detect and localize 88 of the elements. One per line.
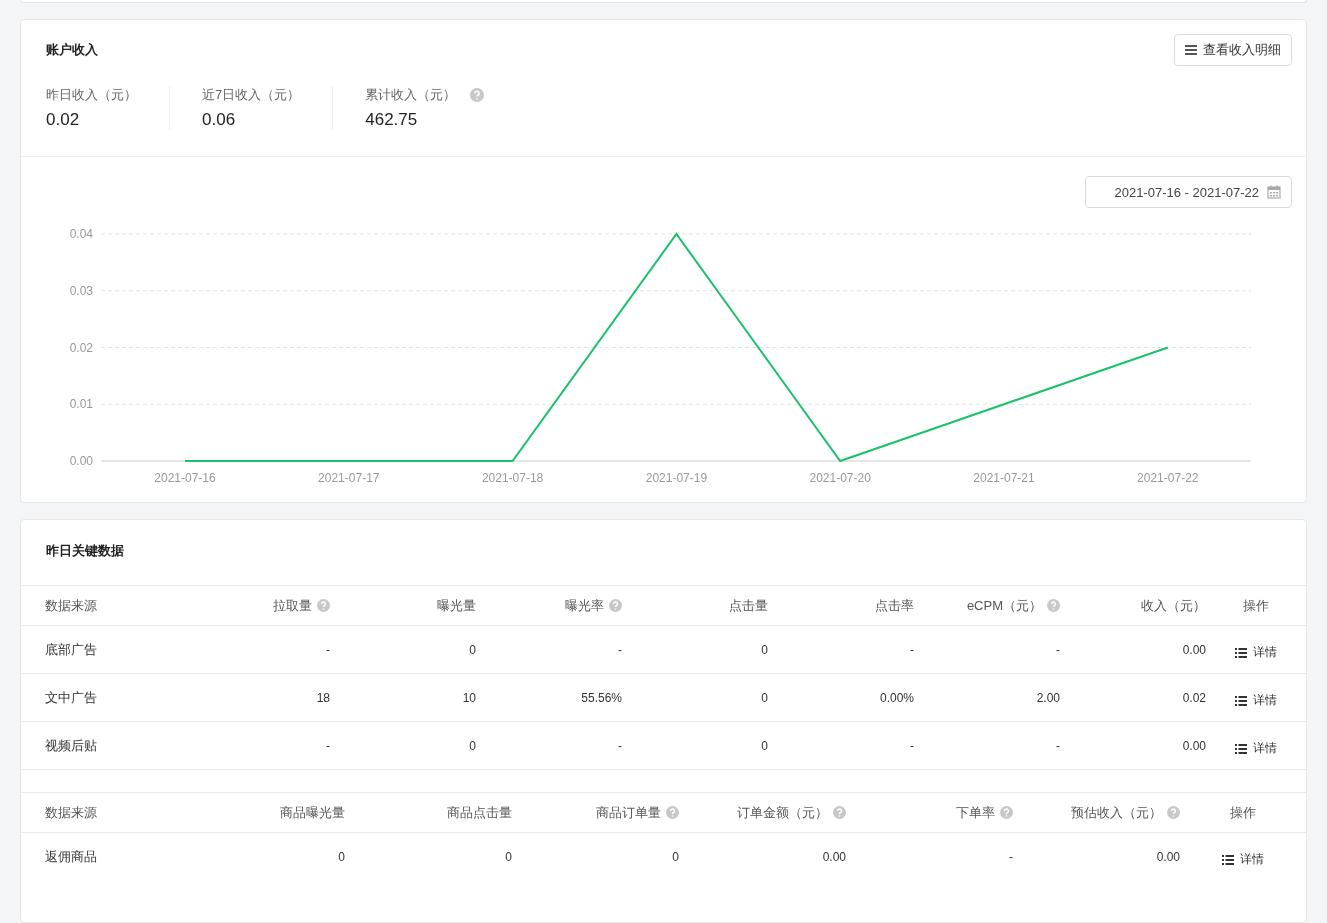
table-cell: - xyxy=(910,642,914,657)
column-header: 点击量 xyxy=(729,596,768,615)
table-cell: 0.00 xyxy=(822,849,846,864)
help-icon[interactable] xyxy=(1167,806,1180,819)
help-icon[interactable] xyxy=(833,806,846,819)
table-cell: 0 xyxy=(505,849,512,864)
help-icon[interactable] xyxy=(1000,806,1013,819)
help-icon[interactable] xyxy=(470,88,485,102)
x-tick-label: 2021-07-18 xyxy=(481,471,544,485)
column-header: 数据来源 xyxy=(45,596,97,615)
column-header: 拉取量 xyxy=(273,596,312,615)
table-cell: 0.00 xyxy=(1182,642,1206,657)
stat-label: 近7日收入（元） xyxy=(202,86,301,104)
column-header: 收入（元） xyxy=(1141,596,1206,615)
table-cell: - xyxy=(326,642,330,657)
column-header: 操作 xyxy=(1243,596,1269,615)
table-cell: 0 xyxy=(338,849,345,864)
date-range-field[interactable]: 2021-07-16 - 2021-07-22 xyxy=(1085,176,1292,208)
x-tick-label: 2021-07-17 xyxy=(318,471,380,485)
menu-icon xyxy=(1185,45,1197,55)
details-link[interactable]: 详情 xyxy=(1222,845,1264,868)
x-tick-label: 2021-07-19 xyxy=(645,471,708,485)
table-cell: 0 xyxy=(672,849,679,864)
section-title: 昨日关键数据 xyxy=(46,543,124,558)
help-icon[interactable] xyxy=(609,599,622,612)
details-link[interactable]: 详情 xyxy=(1235,734,1277,757)
table-cell: 0.00 xyxy=(1156,849,1180,864)
table-cell: - xyxy=(618,738,622,753)
x-tick-label: 2021-07-16 xyxy=(154,471,216,485)
help-icon[interactable] xyxy=(666,806,679,819)
table-cell: - xyxy=(1009,849,1013,864)
table-cell: 0 xyxy=(761,642,768,657)
column-header: 预估收入（元） xyxy=(1071,803,1162,822)
table-cell: 0 xyxy=(761,690,768,705)
table-cell: 18 xyxy=(316,690,330,705)
table-cell: 0 xyxy=(469,642,476,657)
y-tick-label: 0.00 xyxy=(69,454,93,468)
table-cell: 10 xyxy=(462,690,476,705)
table-cell: - xyxy=(1056,642,1060,657)
table-cell: - xyxy=(326,738,330,753)
x-tick-label: 2021-07-22 xyxy=(1137,471,1199,485)
column-header: 点击率 xyxy=(875,596,914,615)
column-header: 订单金额（元） xyxy=(737,803,828,822)
table-cell: 文中广告 xyxy=(45,688,97,707)
table-cell: 视频后贴 xyxy=(45,736,97,755)
x-tick-label: 2021-07-21 xyxy=(973,471,1035,485)
table-cell: - xyxy=(618,642,622,657)
column-header: 数据来源 xyxy=(45,803,97,822)
table-cell: - xyxy=(910,738,914,753)
x-tick-label: 2021-07-20 xyxy=(809,471,871,485)
list-icon xyxy=(1235,647,1247,658)
y-tick-label: 0.01 xyxy=(69,397,93,412)
column-header: eCPM（元） xyxy=(966,596,1042,615)
y-tick-label: 0.04 xyxy=(69,227,93,241)
column-header: 商品曝光量 xyxy=(280,803,345,822)
stat-value: 462.75 xyxy=(365,110,419,130)
help-icon[interactable] xyxy=(1047,599,1060,612)
table-cell: 底部广告 xyxy=(45,640,97,659)
table-cell: 55.56% xyxy=(581,690,622,705)
section-title: 账户收入 xyxy=(46,41,98,59)
y-tick-label: 0.02 xyxy=(69,340,93,355)
details-link[interactable]: 详情 xyxy=(1235,686,1277,709)
list-icon xyxy=(1222,854,1234,865)
table-cell: 返佣商品 xyxy=(45,847,97,866)
table-cell: 0.00 xyxy=(1182,738,1206,753)
stat-label: 累计收入（元） xyxy=(365,86,457,104)
view-details-button[interactable]: 查看收入明细 xyxy=(1174,34,1292,66)
list-icon xyxy=(1235,743,1247,754)
stat-value: 0.06 xyxy=(202,110,237,130)
table-cell: 2.00 xyxy=(1036,690,1060,705)
stat-value: 0.02 xyxy=(46,110,81,130)
calendar-icon xyxy=(1267,185,1281,199)
table-cell: 0.00% xyxy=(879,690,914,705)
table-cell: 0.02 xyxy=(1182,690,1206,705)
column-header: 商品点击量 xyxy=(447,803,512,822)
stat-label: 昨日收入（元） xyxy=(46,86,137,104)
help-icon[interactable] xyxy=(317,599,330,612)
table-cell: 0 xyxy=(469,738,476,753)
column-header: 商品订单量 xyxy=(596,803,661,822)
column-header: 操作 xyxy=(1230,803,1256,822)
column-header: 曝光量 xyxy=(437,596,476,615)
table-cell: 0 xyxy=(761,738,768,753)
column-header: 曝光率 xyxy=(565,596,604,615)
details-link[interactable]: 详情 xyxy=(1235,638,1277,661)
y-tick-label: 0.03 xyxy=(69,283,93,298)
list-icon xyxy=(1235,695,1247,706)
column-header: 下单率 xyxy=(956,803,995,822)
table-cell: - xyxy=(1056,738,1060,753)
